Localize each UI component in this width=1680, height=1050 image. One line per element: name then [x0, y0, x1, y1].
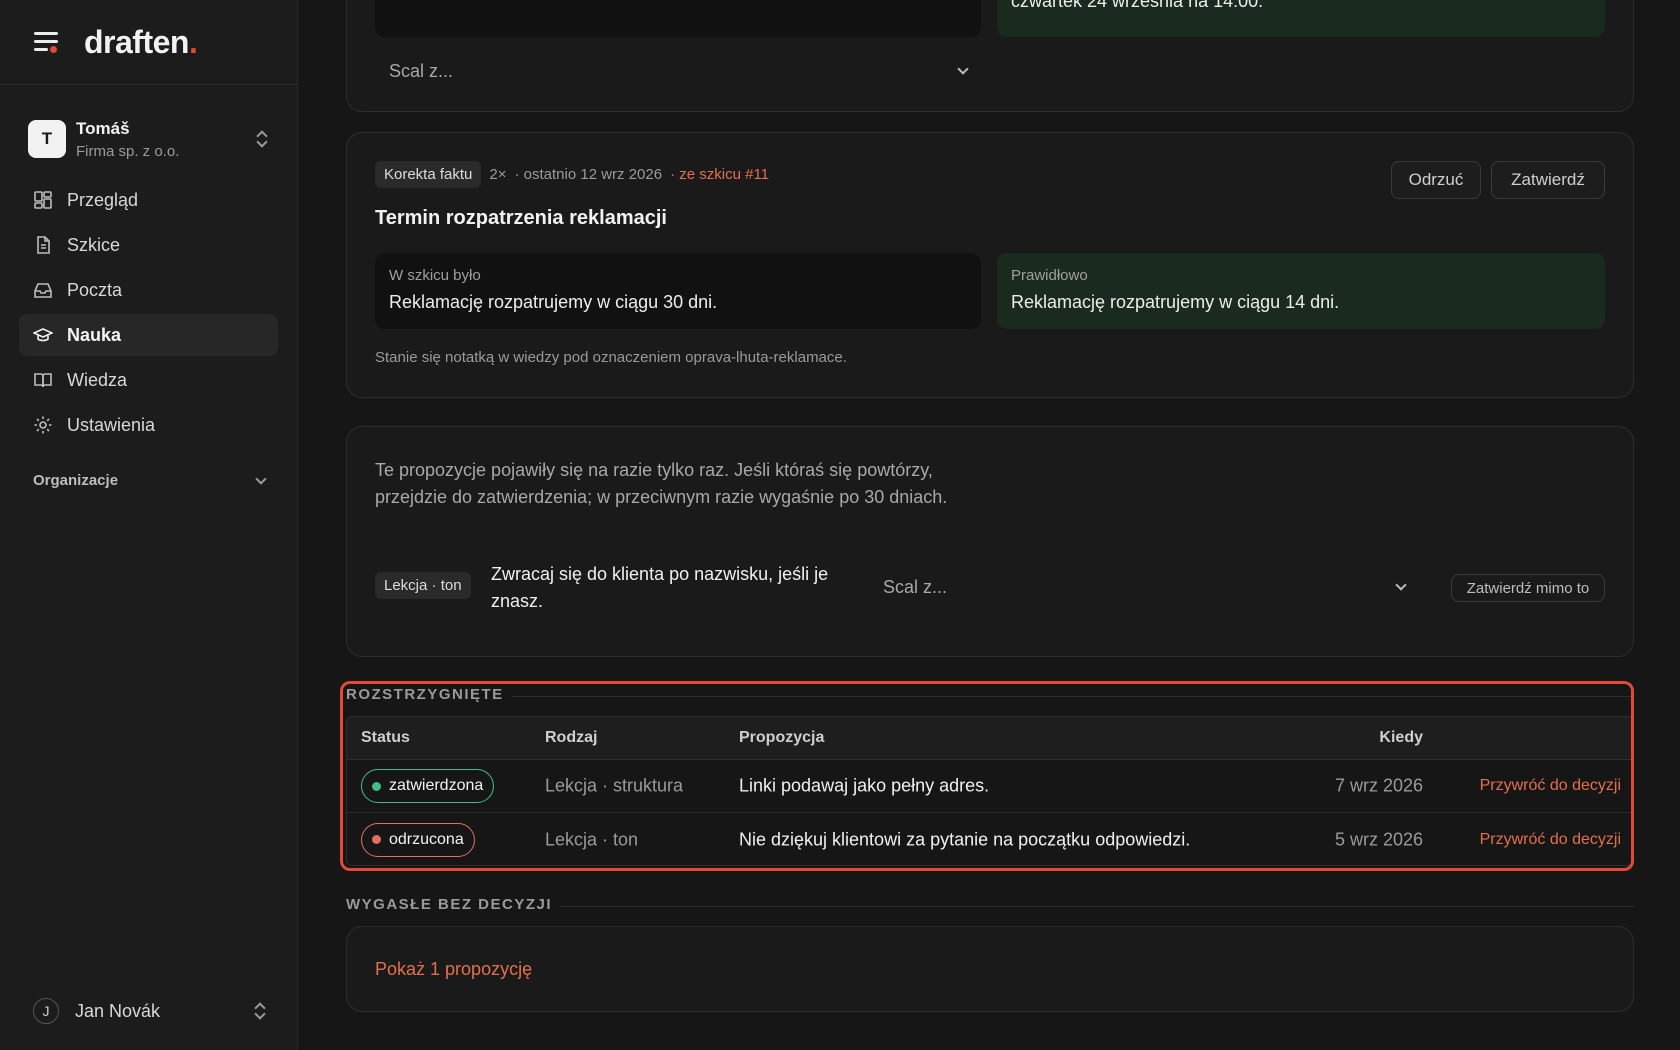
single-occurrence-info: Te propozycje pojawiły się na razie tylk…	[375, 460, 948, 507]
resolved-highlight-frame	[340, 681, 1634, 871]
sidebar: draften. T Tomáš Firma sp. z o.o. Przegl…	[0, 0, 298, 1050]
expired-section-label: WYGASŁE BEZ DECYZJI	[346, 896, 553, 913]
logo[interactable]: draften.	[84, 24, 198, 61]
merge-select[interactable]: Scal z...	[883, 567, 1407, 607]
proposal-type-tag: Korekta faktu	[375, 161, 482, 188]
correct-text: Reklamację rozpatrujemy w ciągu 14 dni.	[1011, 292, 1340, 312]
approve-anyway-button[interactable]: Zatwierdź mimo to	[1451, 574, 1605, 602]
nav-item-ustawienia[interactable]: Ustawienia	[19, 404, 278, 446]
chevron-up-down-icon	[255, 130, 269, 148]
merge-select[interactable]: Scal z...	[375, 51, 981, 91]
inbox-icon	[34, 283, 52, 298]
workspace-avatar: T	[28, 120, 66, 158]
show-expired-link[interactable]: Pokaż 1 propozycję	[375, 959, 532, 980]
document-icon	[37, 236, 50, 254]
draft-text: Reklamację rozpatrujemy w ciągu 30 dni.	[389, 292, 718, 312]
correct-text: czwartek 24 września na 14:00.	[1011, 0, 1264, 11]
proposal-card-fact: Korekta faktu 2× · ostatnio 12 wrz 2026 …	[346, 132, 1634, 398]
nav-label: Przegląd	[67, 189, 139, 210]
nav-label: Szkice	[67, 234, 121, 255]
source-draft-link[interactable]: · ze szkicu #11	[670, 166, 769, 183]
dashboard-icon	[34, 191, 52, 209]
chevron-up-down-icon	[253, 1002, 267, 1020]
nav-label: Ustawienia	[67, 414, 156, 435]
merge-placeholder: Scal z...	[883, 576, 948, 597]
brand-bar: draften.	[0, 0, 297, 85]
nav-item-przeglad[interactable]: Przegląd	[19, 179, 278, 221]
organizations-toggle[interactable]: Organizacje	[0, 472, 297, 489]
nav-item-szkice[interactable]: Szkice	[19, 224, 278, 266]
workspace-switcher[interactable]: T Tomáš Firma sp. z o.o.	[0, 117, 297, 161]
organizations-label: Organizacje	[33, 472, 119, 489]
workspace-name: Tomáš	[76, 118, 130, 138]
workspace-company: Firma sp. z o.o.	[76, 142, 180, 160]
book-icon	[34, 373, 52, 388]
proposal-card-previous: czwartek 24 września na 14:00. Scal z...	[346, 0, 1634, 112]
approve-button[interactable]: Zatwierdź	[1491, 161, 1605, 199]
correct-box: Prawidłowo Reklamację rozpatrujemy w cią…	[997, 253, 1605, 329]
gear-icon	[34, 416, 52, 434]
nav-item-wiedza[interactable]: Wiedza	[19, 359, 278, 401]
expired-card: Pokaż 1 propozycję	[346, 926, 1634, 1012]
menu-icon[interactable]	[32, 30, 60, 54]
knowledge-note: Stanie się notatką w wiedzy pod oznaczen…	[375, 349, 847, 366]
correct-box: czwartek 24 września na 14:00.	[997, 0, 1605, 37]
draft-box: W szkicu było Reklamację rozpatrujemy w …	[375, 253, 981, 329]
draft-box	[375, 0, 981, 37]
section-divider	[560, 906, 1634, 907]
proposal-type-tag: Lekcja · ton	[375, 572, 471, 599]
last-seen: · ostatnio 12 wrz 2026	[514, 166, 663, 183]
user-name: Jan Novák	[75, 1000, 161, 1021]
chevron-down-icon	[957, 63, 969, 75]
chevron-down-icon	[1395, 579, 1407, 591]
reject-button[interactable]: Odrzuć	[1391, 161, 1481, 199]
nav-label: Nauka	[67, 324, 122, 345]
merge-placeholder: Scal z...	[389, 60, 454, 81]
avatar: J	[33, 998, 59, 1024]
main-nav: Przegląd Szkice Poczta Nauka Wiedza Usta…	[0, 179, 297, 446]
user-menu[interactable]: J Jan Novák	[33, 998, 267, 1024]
chevron-down-icon	[255, 472, 267, 485]
single-occurrence-card: Te propozycje pojawiły się na razie tylk…	[346, 426, 1634, 657]
proposal-text: Zwracaj się do klienta po nazwisku, jeśl…	[491, 564, 829, 611]
correct-label: Prawidłowo	[1011, 267, 1088, 284]
nav-item-nauka[interactable]: Nauka	[19, 314, 278, 356]
draft-label: W szkicu było	[389, 267, 481, 284]
proposal-title: Termin rozpatrzenia reklamacji	[375, 207, 667, 229]
nav-label: Wiedza	[67, 369, 128, 390]
nav-item-poczta[interactable]: Poczta	[19, 269, 278, 311]
graduation-cap-icon	[33, 328, 53, 342]
nav-label: Poczta	[67, 279, 123, 300]
occurrence-count: 2×	[489, 166, 507, 183]
